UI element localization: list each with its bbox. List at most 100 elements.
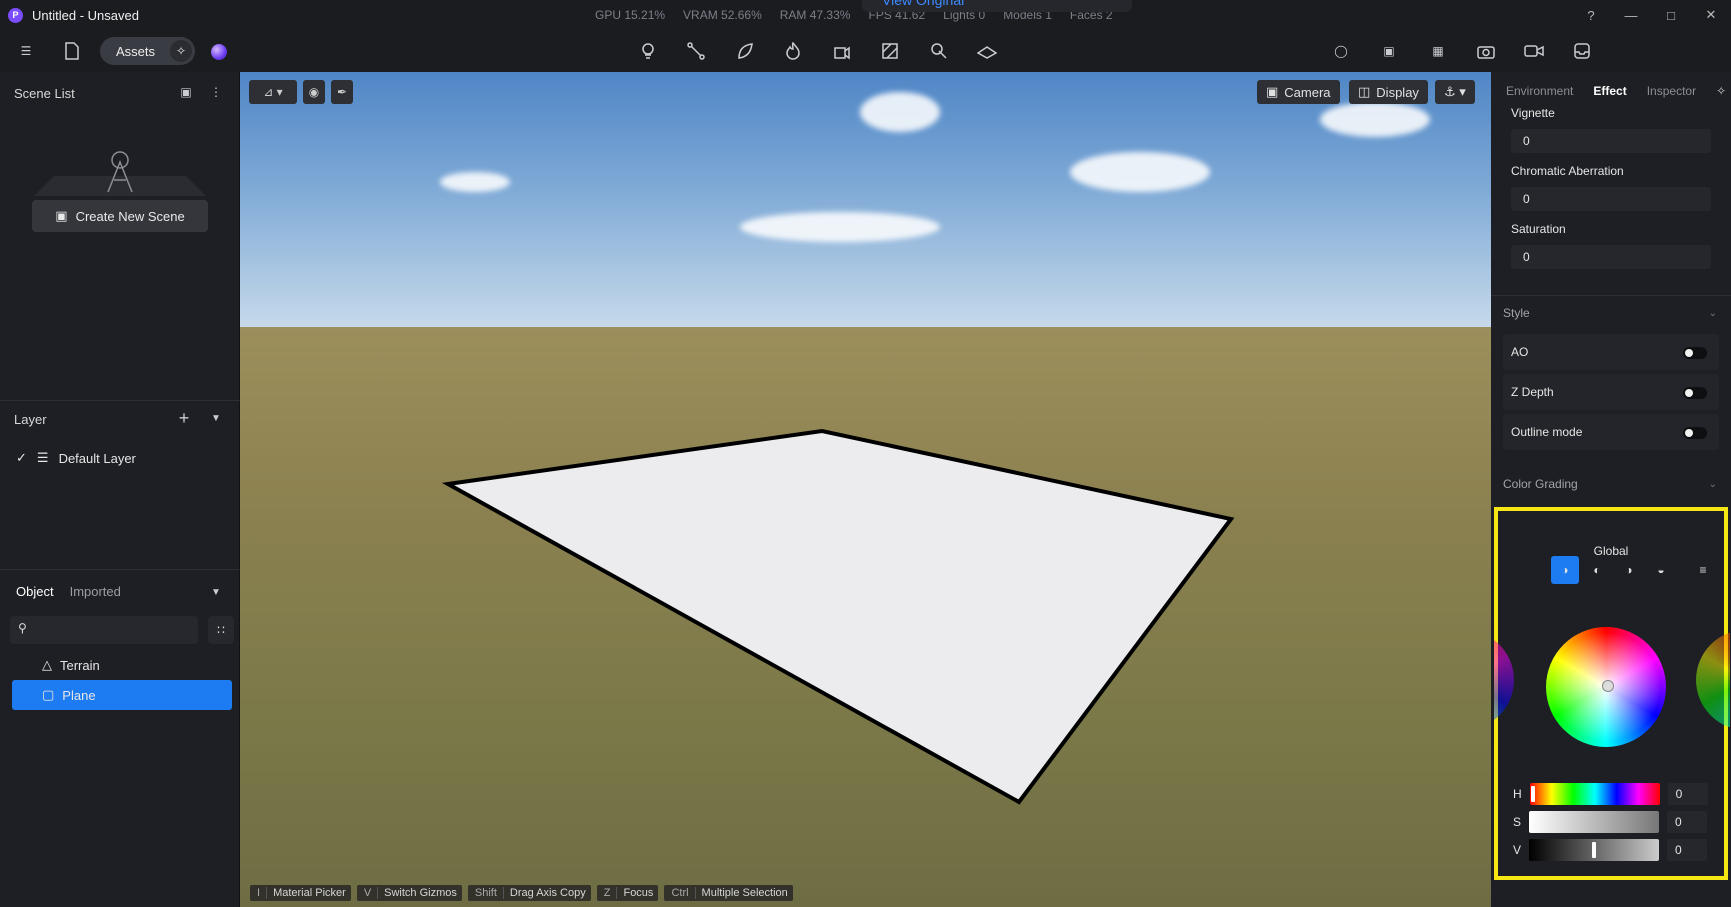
tab-effect[interactable]: Effect <box>1593 84 1626 98</box>
assets-label: Assets <box>116 43 156 59</box>
value-slider-thumb[interactable] <box>1592 842 1597 858</box>
vr-view-icon[interactable]: ▣ <box>1377 39 1401 63</box>
assets-button[interactable]: Assets ✧ <box>100 37 195 65</box>
tree-item-terrain[interactable]: △ Terrain <box>12 650 232 680</box>
value-value[interactable]: 0 <box>1667 839 1708 861</box>
layer-item-default[interactable]: ✓ ☰ Default Layer <box>16 450 136 466</box>
display-label: Display <box>1376 84 1419 100</box>
view-original-overlay[interactable]: View Original <box>862 0 1132 12</box>
color-wheel-handle[interactable] <box>1602 680 1614 692</box>
add-scene-icon[interactable]: ▣ <box>176 82 196 102</box>
file-icon[interactable] <box>60 39 84 63</box>
terrain-icon[interactable] <box>975 39 999 63</box>
display-icon: ◫ <box>1358 84 1371 99</box>
layer-filter-icon[interactable]: ▼ <box>206 408 226 428</box>
more-options-icon[interactable]: ⋮ <box>206 82 226 102</box>
help-icon[interactable]: ? <box>1571 0 1611 30</box>
object-filter-icon[interactable]: ▼ <box>206 582 226 602</box>
asset-library-icon[interactable]: ◯ <box>1329 39 1353 63</box>
outline-mode-label: Outline mode <box>1511 425 1583 439</box>
camera-label: Camera <box>1284 84 1331 100</box>
value-slider[interactable] <box>1529 839 1660 861</box>
camera-button[interactable]: ▣ Camera <box>1257 80 1340 104</box>
tab-environment[interactable]: Environment <box>1506 84 1573 98</box>
chevron-down-icon[interactable]: ⌄ <box>1709 308 1717 319</box>
image-export-icon[interactable]: ▦ <box>1426 39 1450 63</box>
style-section-title[interactable]: Style <box>1503 306 1530 320</box>
sparkle-icon[interactable]: ✧ <box>1716 84 1726 98</box>
grid-view-button[interactable]: ∷ <box>208 616 234 644</box>
previous-wheel[interactable] <box>1494 630 1534 730</box>
outline-mode-toggle[interactable] <box>1683 427 1707 439</box>
z-depth-row: Z Depth <box>1503 374 1719 410</box>
panel-divider <box>0 400 240 401</box>
globe-icon[interactable]: ◉ <box>303 80 325 104</box>
vignette-input[interactable]: 0 <box>1511 129 1711 153</box>
window-title: Untitled - Unsaved <box>32 8 139 23</box>
saturation-value[interactable]: 0 <box>1667 811 1708 833</box>
z-depth-toggle[interactable] <box>1683 387 1707 399</box>
saturation-slider-row: S 0 <box>1513 811 1708 833</box>
hint-key: Z <box>602 887 618 899</box>
ao-label: AO <box>1511 345 1529 359</box>
midtones-mode-icon[interactable]: ◑ <box>1615 556 1643 584</box>
gizmo-mode-button[interactable]: ⊿ ▾ <box>249 80 297 104</box>
hue-label: H <box>1513 787 1522 801</box>
object-search-input[interactable]: ⚲ <box>10 616 198 644</box>
empty-scene-illustration <box>34 142 206 196</box>
maximize-button[interactable]: □ <box>1651 0 1691 30</box>
hint-label: Multiple Selection <box>701 887 788 899</box>
path-tool-icon[interactable] <box>684 39 708 63</box>
tree-item-plane[interactable]: ▢ Plane <box>12 680 232 710</box>
tab-object[interactable]: Object <box>16 584 54 599</box>
video-record-icon[interactable] <box>1522 39 1546 63</box>
hue-slider[interactable] <box>1529 783 1660 805</box>
checkmark-icon[interactable]: ✓ <box>16 450 27 466</box>
eyedropper-icon[interactable]: ✒ <box>331 80 353 104</box>
tab-inspector[interactable]: Inspector <box>1647 84 1696 98</box>
color-grading-title[interactable]: Color Grading <box>1503 477 1578 491</box>
object-place-icon[interactable] <box>830 39 854 63</box>
menu-icon[interactable]: ☰ <box>14 39 38 63</box>
adjust-sliders-icon[interactable]: ≡ <box>1689 556 1717 584</box>
hue-value[interactable]: 0 <box>1667 783 1708 805</box>
vegetation-icon[interactable] <box>733 39 757 63</box>
anchor-icon: ⚓ ▾ <box>1444 84 1466 99</box>
terrain-object-icon: △ <box>42 657 52 672</box>
display-button[interactable]: ◫ Display <box>1349 80 1428 104</box>
transform-axis-icon: ⊿ ▾ <box>263 85 283 99</box>
minimize-button[interactable]: — <box>1611 0 1651 30</box>
next-wheel[interactable] <box>1690 630 1730 730</box>
view-options-button[interactable]: ⚓ ▾ <box>1435 80 1475 104</box>
create-new-scene-button[interactable]: ▣ Create New Scene <box>32 200 208 232</box>
highlights-mode-icon[interactable]: ◒ <box>1647 556 1675 584</box>
material-icon[interactable] <box>878 39 902 63</box>
ao-toggle[interactable] <box>1683 347 1707 359</box>
chromatic-aberration-input[interactable]: 0 <box>1511 187 1711 211</box>
global-mode-icon[interactable]: ◑ <box>1551 556 1579 584</box>
right-panel-tabs: Environment Effect Inspector ✧ <box>1491 72 1731 110</box>
ai-sparkle-icon[interactable]: ✧ <box>170 40 192 62</box>
inbox-icon[interactable] <box>1570 39 1594 63</box>
left-panel: Scene List ▣ ⋮ ▣ Create New Scene Layer … <box>0 72 240 907</box>
hint-label: Drag Axis Copy <box>509 887 586 899</box>
shortcut-hints: I Material Picker V Switch Gizmos Shift Dra… <box>250 885 793 901</box>
add-layer-icon[interactable]: + <box>174 408 194 428</box>
hue-slider-thumb[interactable] <box>1530 786 1535 802</box>
shadows-mode-icon[interactable]: ◐ <box>1583 556 1611 584</box>
tab-imported[interactable]: Imported <box>70 584 121 599</box>
ai-orb-icon[interactable] <box>211 44 227 60</box>
saturation-input[interactable]: 0 <box>1511 245 1711 269</box>
brush-tool-icon[interactable] <box>927 39 951 63</box>
light-bulb-icon[interactable] <box>636 39 660 63</box>
saturation-slider[interactable] <box>1529 811 1660 833</box>
camera-capture-icon[interactable] <box>1474 39 1498 63</box>
chevron-down-icon[interactable]: ⌄ <box>1709 479 1717 490</box>
search-icon: ⚲ <box>18 621 27 635</box>
hint-label: Material Picker <box>273 887 346 899</box>
3d-viewport[interactable]: ⊿ ▾ ◉ ✒ ▣ Camera ◫ Display ⚓ ▾ I Material… <box>240 72 1491 907</box>
plane-object[interactable] <box>240 72 1491 907</box>
camera-frame-icon: ▣ <box>1266 84 1279 99</box>
fire-icon[interactable] <box>781 39 805 63</box>
close-button[interactable]: ✕ <box>1691 0 1731 30</box>
